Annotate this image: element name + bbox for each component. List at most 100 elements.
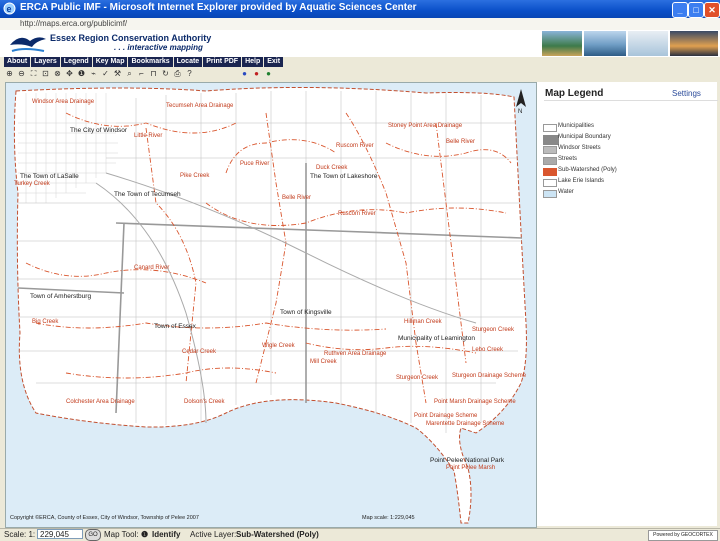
maximize-button[interactable]: □	[688, 2, 704, 18]
select-icon[interactable]: ✓	[100, 69, 111, 79]
map-label: Tecumseh Area Drainage	[166, 103, 234, 109]
map-label: Stoney Point Area Drainage	[388, 123, 463, 129]
legend-symbol-icon	[543, 124, 557, 132]
header-photo-lake	[584, 31, 626, 56]
blue-marker-icon[interactable]: ●	[239, 69, 250, 79]
query-icon[interactable]: ⌕	[124, 69, 135, 79]
window-title: ERCA Public IMF - Microsoft Internet Exp…	[20, 2, 417, 13]
zoom-previous-icon[interactable]: ⊡	[40, 69, 51, 79]
identify-icon[interactable]: ❶	[76, 69, 87, 79]
map-label: Puce River	[240, 161, 270, 167]
map-label: Mill Creek	[310, 359, 337, 365]
menu-item-legend[interactable]: Legend	[60, 57, 92, 67]
menu-item-about[interactable]: About	[4, 57, 31, 67]
map-label: Belle River	[446, 139, 476, 145]
address-text: http://maps.erca.org/publicimf/	[20, 19, 128, 28]
minimize-button[interactable]: _	[672, 2, 688, 18]
menu-item-help[interactable]: Help	[242, 57, 264, 67]
red-marker-icon[interactable]: ●	[251, 69, 262, 79]
map-label: Turkey Creek	[14, 181, 50, 187]
map-label: Municipality of Leamington	[398, 335, 475, 342]
legend-item-label: Municipalities	[558, 123, 595, 129]
status-bar: Scale: 1: 229,045 GO Map Tool: ❶ Identif…	[0, 528, 720, 541]
map-label: Dolson's Creek	[184, 399, 225, 405]
map-copyright: Copyright ©ERCA, County of Essex, City o…	[10, 515, 199, 521]
legend-symbol-icon	[543, 157, 557, 165]
org-name: Essex Region Conservation Authority	[50, 33, 212, 43]
map-label: Sturgeon Creek	[472, 327, 515, 333]
legend-symbol-icon	[543, 146, 557, 154]
zoom-in-icon[interactable]: ⊕	[4, 69, 15, 79]
legend-item-label: Sub-Watershed (Poly)	[558, 167, 617, 173]
legend-item-label: Water	[558, 189, 574, 195]
map-label: Ruscom River	[338, 211, 376, 217]
markup-icon[interactable]: ⌐	[136, 69, 147, 79]
close-button[interactable]: ✕	[704, 2, 720, 18]
clear-icon[interactable]: ⊓	[148, 69, 159, 79]
map-label: Marentette Drainage Scheme	[426, 421, 505, 427]
window-title-bar[interactable]: e ERCA Public IMF - Microsoft Internet E…	[0, 0, 720, 18]
active-layer-value: Sub-Watershed (Poly)	[236, 530, 319, 539]
map-canvas[interactable]: N Windsor Area Drainage Tecumseh Area Dr…	[5, 82, 537, 528]
menu-item-layers[interactable]: Layers	[31, 57, 60, 67]
legend-item-label: Windsor Streets	[558, 145, 601, 151]
map-label: Little River	[134, 133, 163, 139]
map-label: Sturgeon Drainage Scheme	[452, 373, 527, 379]
powered-by-badge[interactable]: Powered by GEOCORTEX	[648, 530, 718, 541]
header-photo-marsh	[542, 31, 582, 56]
menu-item-bookmarks[interactable]: Bookmarks	[128, 57, 173, 67]
legend-symbol-icon	[543, 168, 557, 176]
map-label: Point Marsh Drainage Scheme	[434, 399, 516, 405]
map-label: Wigle Creek	[262, 343, 295, 349]
buffer-icon[interactable]: ⚒	[112, 69, 123, 79]
legend-symbol-icon	[543, 135, 559, 145]
map-label: Belle River	[282, 195, 312, 201]
legend-item-label: Municipal Boundary	[558, 134, 611, 140]
help-icon[interactable]: ?	[184, 69, 195, 79]
legend-symbol-icon	[543, 179, 557, 187]
zoom-out-icon[interactable]: ⊖	[16, 69, 27, 79]
map-tool-value: Identify	[152, 530, 181, 539]
refresh-icon[interactable]: ↻	[160, 69, 171, 79]
map-toolbar: ⊕ ⊖ ⛶ ⊡ ⊗ ✥ ❶ ⌁ ✓ ⚒ ⌕ ⌐ ⊓ ↻ ⎙? ● ● ●	[4, 69, 275, 81]
zoom-layer-icon[interactable]: ⊗	[52, 69, 63, 79]
map-label: Canard River	[134, 265, 170, 271]
menu-item-exit[interactable]: Exit	[264, 57, 284, 67]
green-marker-icon[interactable]: ●	[263, 69, 274, 79]
full-extent-icon[interactable]: ⛶	[28, 69, 39, 79]
map-label: Town of Kingsville	[280, 309, 332, 316]
map-label: Pike Creek	[180, 173, 210, 179]
legend-title: Map Legend	[545, 88, 604, 99]
menu-item-locate[interactable]: Locate	[173, 57, 203, 67]
map-label: The City of Windsor	[70, 127, 128, 134]
map-label: Colchester Area Drainage	[66, 399, 135, 405]
scale-input[interactable]: 229,045	[37, 529, 83, 539]
map-label: Lebo Creek	[472, 347, 504, 353]
pan-icon[interactable]: ✥	[64, 69, 75, 79]
map-label: Big Creek	[32, 319, 59, 325]
map-label: The Town of Tecumseh	[114, 191, 181, 198]
menu-item-print-pdf[interactable]: Print PDF	[203, 57, 242, 67]
map-label: Point Pelee Marsh	[446, 465, 496, 471]
map-label: Town of Essex	[154, 323, 196, 330]
svg-text:e: e	[7, 4, 12, 14]
go-button[interactable]: GO	[85, 529, 101, 541]
measure-icon[interactable]: ⌁	[88, 69, 99, 79]
erca-logo-icon	[10, 37, 46, 52]
main-menu: About Layers Legend Key Map Bookmarks Locate P…	[4, 57, 284, 68]
header-photo-sunset	[670, 31, 718, 56]
map-label: The Town of Lakeshore	[310, 173, 378, 180]
map-label: Cedar Creek	[182, 349, 217, 355]
map-label: Ruscom River	[336, 143, 374, 149]
legend-item-label: Streets	[558, 156, 578, 162]
tagline: . . . interactive mapping	[114, 43, 203, 52]
legend-divider	[544, 100, 718, 101]
print-icon[interactable]: ⎙	[172, 69, 183, 79]
legend-settings-link[interactable]: Settings	[672, 89, 701, 98]
menu-item-key-map[interactable]: Key Map	[92, 57, 128, 67]
map-label: The Town of LaSalle	[20, 173, 79, 180]
map-scale-readout: Map scale: 1:229,045	[362, 515, 415, 521]
map-label: Town of Amherstburg	[30, 293, 92, 300]
svg-text:N: N	[518, 109, 522, 115]
active-layer-label: Active Layer:	[190, 530, 237, 539]
